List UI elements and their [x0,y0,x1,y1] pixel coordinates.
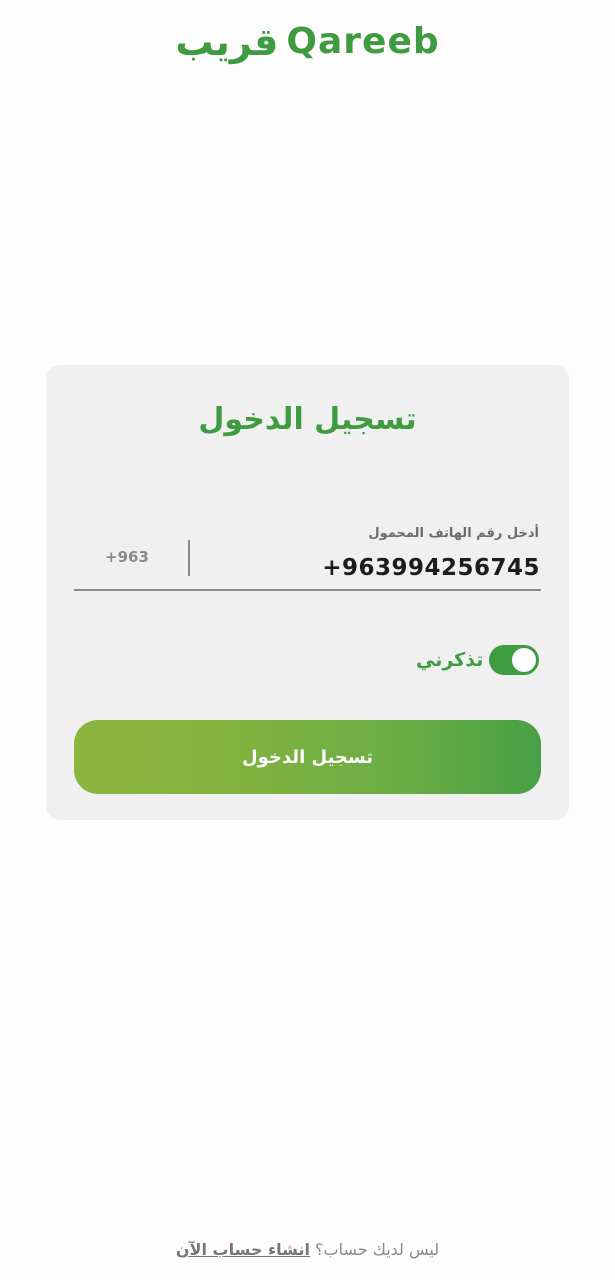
signup-question: ليس لديك حساب؟ [315,1240,440,1259]
toggle-knob [512,648,537,672]
remember-me-row: تذكرني [416,644,540,676]
app-logo: قريب Qareeb [0,20,615,64]
signup-link[interactable]: انشاء حساب الآن [176,1240,310,1259]
country-code-divider [188,540,190,576]
remember-me-toggle[interactable] [489,645,540,675]
phone-input[interactable] [200,550,540,586]
login-title: تسجيل الدخول [198,402,417,437]
signup-prompt: ليس لديك حساب؟ انشاء حساب الآن [0,1238,615,1262]
country-code: +963 [105,548,149,566]
remember-me-label: تذكرني [416,649,484,671]
logo-latin-text: Qareeb [286,21,440,62]
phone-input-underline [74,589,541,591]
login-button[interactable]: تسجيل الدخول [74,720,541,794]
phone-field-label: أدخل رقم الهاتف المحمول [368,526,539,541]
logo-arabic-text: قريب [175,20,279,64]
